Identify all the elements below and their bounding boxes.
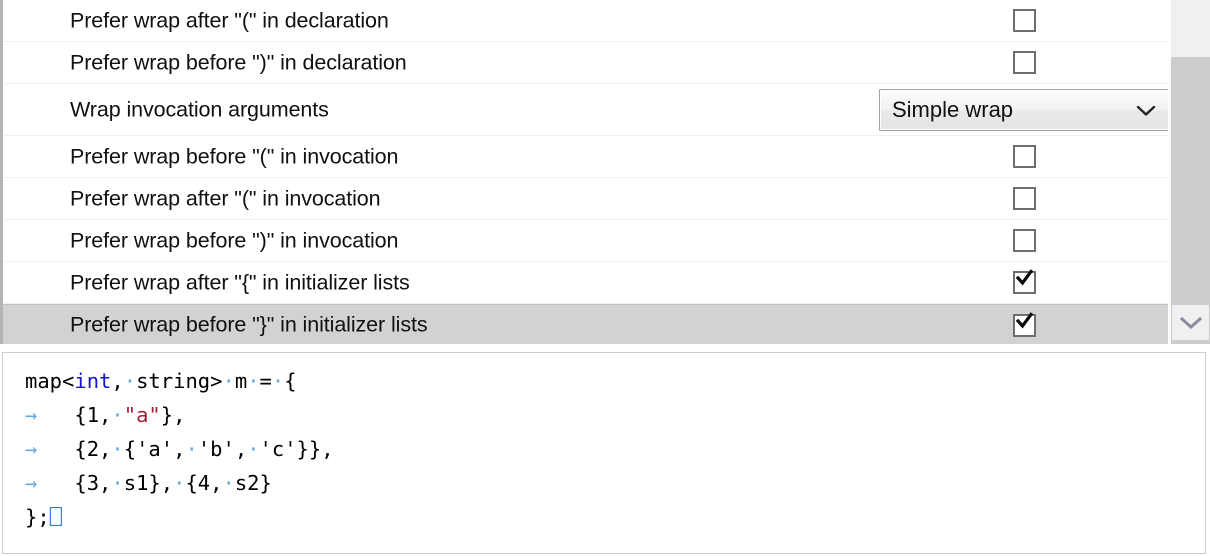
option-checkbox[interactable] bbox=[1013, 187, 1036, 210]
code-token: s2} bbox=[234, 471, 272, 495]
option-row[interactable]: Prefer wrap before "}" in initializer li… bbox=[3, 304, 1168, 344]
code-token: · bbox=[111, 437, 124, 461]
option-checkbox[interactable] bbox=[1013, 9, 1036, 32]
option-control-cell bbox=[876, 220, 1168, 261]
code-token: {3, bbox=[37, 471, 112, 495]
options-list-scrollbar[interactable] bbox=[1171, 0, 1210, 344]
option-row[interactable]: Wrap invocation arguments Simple wrap bbox=[3, 84, 1168, 136]
wrap-invocation-arguments-combobox[interactable]: Simple wrap bbox=[879, 88, 1168, 131]
code-preview-text: map<int,·string>·m·=·{→ {1,·"a"}, → {2,·{… bbox=[3, 353, 1205, 534]
option-row[interactable]: Prefer wrap after "{" in initializer lis… bbox=[3, 262, 1168, 304]
code-token: = bbox=[259, 369, 272, 393]
code-token: · bbox=[111, 471, 124, 495]
panel-splitter[interactable] bbox=[0, 344, 1210, 352]
option-checkbox[interactable] bbox=[1013, 145, 1036, 168]
code-token: · bbox=[247, 437, 260, 461]
option-label: Wrap invocation arguments bbox=[70, 97, 329, 121]
code-token: {1, bbox=[37, 403, 112, 427]
option-row[interactable]: Prefer wrap before ")" in declaration bbox=[3, 42, 1168, 84]
scrollbar-down-button[interactable] bbox=[1172, 305, 1209, 340]
chevron-down-icon bbox=[1136, 104, 1156, 116]
code-token: {4, bbox=[185, 471, 223, 495]
option-label: Prefer wrap before ")" in declaration bbox=[70, 50, 407, 74]
option-row[interactable]: Prefer wrap after "(" in invocation bbox=[3, 178, 1168, 220]
option-control-cell bbox=[876, 178, 1168, 219]
code-style-wrapping-options-screen: Prefer wrap after "(" in declaration Pref… bbox=[0, 0, 1210, 556]
option-control-cell: Simple wrap bbox=[876, 84, 1168, 135]
option-label: Prefer wrap before ")" in invocation bbox=[70, 228, 399, 252]
code-line: → {1,·"a"}, bbox=[25, 398, 1205, 432]
code-token: }; bbox=[25, 505, 50, 529]
option-control-cell bbox=[876, 0, 1168, 41]
option-control-cell bbox=[876, 305, 1168, 344]
checkmark-icon bbox=[1015, 311, 1034, 329]
code-line: map<int,·string>·m·=·{ bbox=[25, 364, 1205, 398]
code-token: · bbox=[222, 471, 235, 495]
code-token: "a" bbox=[123, 403, 161, 427]
code-token: string> bbox=[136, 369, 223, 393]
code-token: 'b', bbox=[197, 437, 248, 461]
code-token: map< bbox=[25, 369, 75, 393]
code-token: · bbox=[123, 369, 137, 393]
code-token: · bbox=[222, 369, 235, 393]
option-control-cell bbox=[876, 136, 1168, 177]
code-line: };⎕ bbox=[25, 500, 1205, 534]
combobox-value: Simple wrap bbox=[892, 96, 1014, 122]
code-token: → bbox=[25, 437, 38, 461]
option-checkbox[interactable] bbox=[1013, 51, 1036, 74]
code-token: }, bbox=[160, 403, 186, 427]
code-token: · bbox=[111, 403, 124, 427]
option-label: Prefer wrap before "(" in invocation bbox=[70, 144, 399, 168]
code-token: ⎕ bbox=[49, 505, 63, 529]
code-token: → bbox=[25, 471, 38, 495]
code-token: · bbox=[247, 369, 260, 393]
code-token: s1}, bbox=[123, 471, 174, 495]
option-checkbox[interactable] bbox=[1013, 229, 1036, 252]
code-token: · bbox=[173, 471, 186, 495]
code-token: {2, bbox=[37, 437, 112, 461]
option-label: Prefer wrap before "}" in initializer li… bbox=[70, 312, 428, 337]
code-token: → bbox=[25, 403, 38, 427]
code-token: int bbox=[74, 369, 112, 393]
chevron-down-icon bbox=[1179, 316, 1202, 330]
option-control-cell bbox=[876, 262, 1168, 303]
options-list: Prefer wrap after "(" in declaration Pref… bbox=[0, 0, 1168, 344]
option-row[interactable]: Prefer wrap before ")" in invocation bbox=[3, 220, 1168, 262]
code-token: · bbox=[185, 437, 198, 461]
code-token: 'c'}}, bbox=[259, 437, 334, 461]
checkmark-icon bbox=[1015, 269, 1034, 286]
code-line: → {3,·s1},·{4,·s2} bbox=[25, 466, 1205, 500]
option-row[interactable]: Prefer wrap before "(" in invocation bbox=[3, 136, 1168, 178]
code-token: m bbox=[234, 369, 248, 393]
option-control-cell bbox=[876, 42, 1168, 83]
option-checkbox[interactable] bbox=[1013, 269, 1036, 294]
option-checkbox[interactable] bbox=[1013, 311, 1036, 337]
code-token: , bbox=[111, 369, 124, 393]
option-label: Prefer wrap after "{" in initializer lis… bbox=[70, 270, 410, 294]
option-row[interactable]: Prefer wrap after "(" in declaration bbox=[3, 0, 1168, 42]
code-token: { bbox=[284, 369, 297, 393]
option-label: Prefer wrap after "(" in invocation bbox=[70, 186, 381, 210]
code-token: · bbox=[271, 369, 285, 393]
code-preview-pane[interactable]: map<int,·string>·m·=·{→ {1,·"a"}, → {2,·{… bbox=[2, 352, 1206, 554]
code-token: {'a', bbox=[123, 437, 186, 461]
code-line: → {2,·{'a',·'b',·'c'}}, bbox=[25, 432, 1205, 466]
option-label: Prefer wrap after "(" in declaration bbox=[70, 8, 389, 32]
scrollbar-thumb[interactable] bbox=[1171, 0, 1210, 57]
